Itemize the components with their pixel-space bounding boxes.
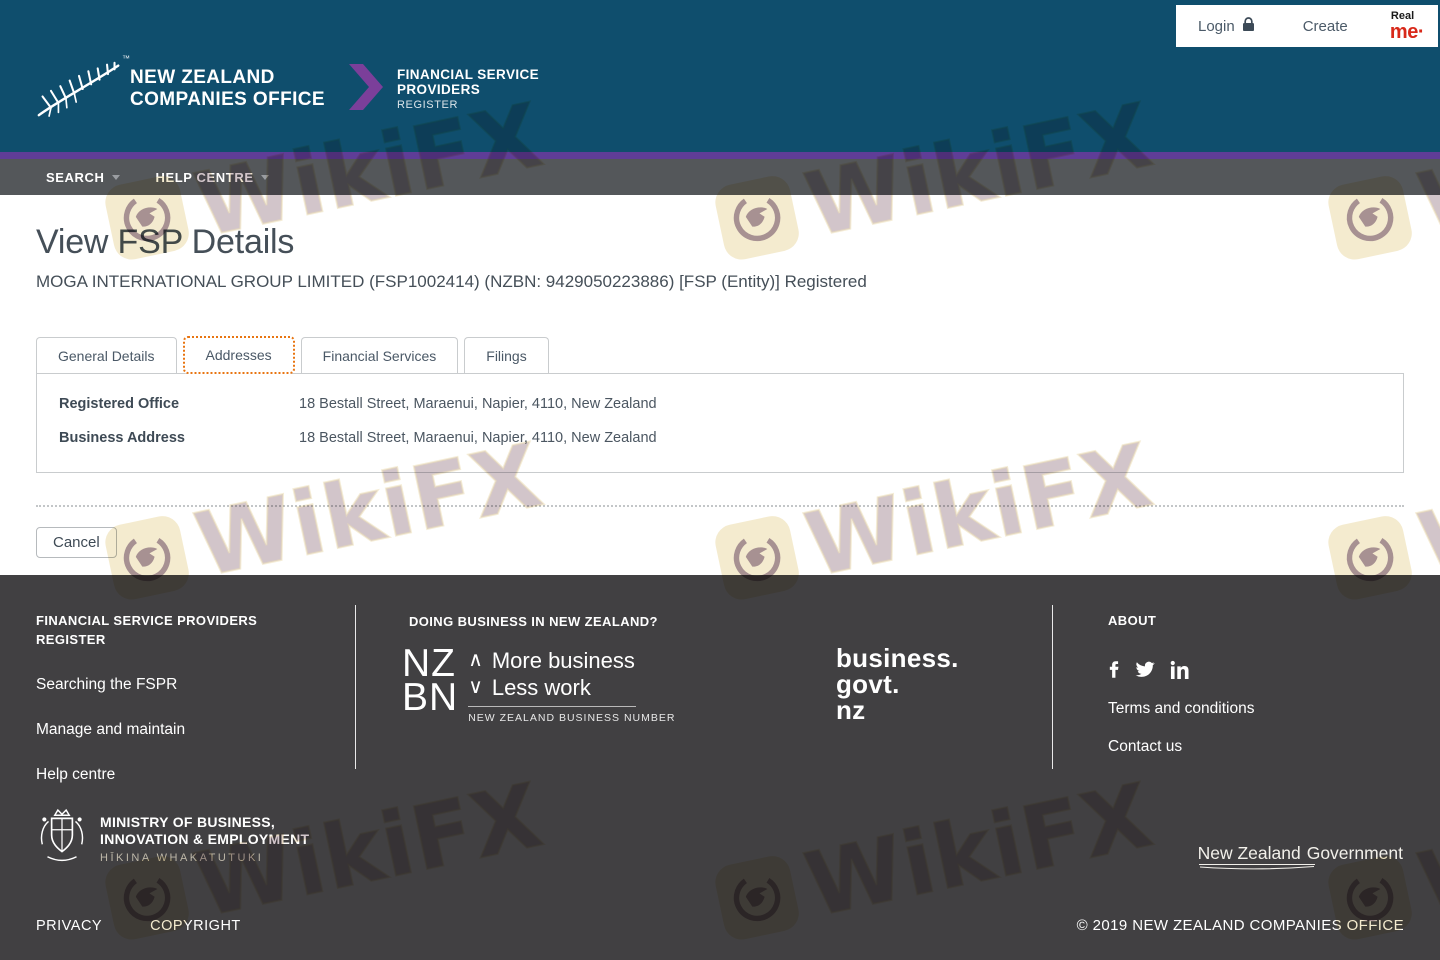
main-nav: SEARCH HELP CENTRE <box>0 159 1440 195</box>
copyright-notice: © 2019 NEW ZEALAND COMPANIES OFFICE <box>1076 917 1404 934</box>
login-button[interactable]: Login <box>1198 16 1255 36</box>
facebook-icon[interactable] <box>1108 659 1119 680</box>
footer-fspr-column: FINANCIAL SERVICE PROVIDERS REGISTER Sea… <box>36 611 316 784</box>
footer-link-contact[interactable]: Contact us <box>1108 738 1368 756</box>
tab-filings[interactable]: Filings <box>464 337 549 373</box>
footer-link-help-centre[interactable]: Help centre <box>36 766 316 784</box>
chevron-right-icon <box>349 63 383 115</box>
business-address-value: 18 Bestall Street, Maraenui, Napier, 411… <box>299 430 657 446</box>
logo-row: ™ NEW ZEALAND COMPANIES OFFICE FINANCIAL… <box>36 54 540 120</box>
footer-fspr-heading: FINANCIAL SERVICE PROVIDERS REGISTER <box>36 613 258 647</box>
footer-link-searching-fspr[interactable]: Searching the FSPR <box>36 676 316 694</box>
mbie-logo: MINISTRY OF BUSINESS, INNOVATION & EMPLO… <box>36 808 309 869</box>
footer-about-column: ABOUT Terms and conditions Contact us <box>1108 611 1368 756</box>
chevron-down-icon <box>111 174 120 180</box>
site-header: Login Create Real me ™ NEW ZEALAND COMPA… <box>0 0 1440 152</box>
tab-financial-services[interactable]: Financial Services <box>300 337 459 373</box>
lock-icon <box>1242 16 1255 36</box>
table-row: Registered Office 18 Bestall Street, Mar… <box>59 396 1381 412</box>
chevron-down-icon <box>260 174 269 180</box>
business-address-label: Business Address <box>59 430 185 446</box>
companies-office-logo: NEW ZEALAND COMPANIES OFFICE <box>130 67 325 110</box>
trademark-symbol: ™ <box>122 54 130 63</box>
nz-government-logo: New Zealand Government <box>1198 843 1403 870</box>
detail-tabs: General Details Addresses Financial Serv… <box>36 336 1404 374</box>
site-footer: FINANCIAL SERVICE PROVIDERS REGISTER Sea… <box>0 575 1440 960</box>
footer-link-manage-maintain[interactable]: Manage and maintain <box>36 721 316 739</box>
nav-help-centre[interactable]: HELP CENTRE <box>156 170 269 185</box>
privacy-link[interactable]: PRIVACY <box>36 918 102 934</box>
realme-logo-top: Real <box>1390 9 1415 22</box>
realme-logo-bottom: me <box>1390 22 1424 42</box>
footer-doing-business-heading: DOING BUSINESS IN NEW ZEALAND? <box>409 614 658 629</box>
twitter-icon[interactable] <box>1134 660 1155 678</box>
account-bar: Login Create Real me <box>1176 5 1438 47</box>
linkedin-icon[interactable] <box>1170 660 1190 679</box>
footer-link-terms[interactable]: Terms and conditions <box>1108 700 1368 718</box>
nav-search[interactable]: SEARCH <box>46 170 120 185</box>
main-content: View FSP Details MOGA INTERNATIONAL GROU… <box>0 195 1440 558</box>
table-row: Business Address 18 Bestall Street, Mara… <box>59 430 1381 446</box>
divider <box>468 706 637 707</box>
footer-about-heading: ABOUT <box>1108 613 1157 628</box>
entity-summary: MOGA INTERNATIONAL GROUP LIMITED (FSP100… <box>36 272 867 291</box>
cancel-button[interactable]: Cancel <box>36 527 117 558</box>
business-govt-nz-logo[interactable]: business. govt. nz <box>836 645 959 723</box>
fsp-register-logo: FINANCIAL SERVICE PROVIDERS REGISTER <box>397 67 540 111</box>
fern-icon: ™ <box>36 54 130 120</box>
coat-of-arms-icon <box>36 808 88 869</box>
purple-accent-strip <box>0 152 1440 159</box>
divider <box>1052 605 1053 769</box>
footer-bottom-bar: PRIVACY COPYRIGHT © 2019 NEW ZEALAND COM… <box>36 917 1404 934</box>
tab-general-details[interactable]: General Details <box>36 337 177 373</box>
login-label: Login <box>1198 17 1235 35</box>
caret-down-icon: ∨ <box>468 676 483 698</box>
divider <box>36 505 1404 507</box>
registered-office-value: 18 Bestall Street, Maraenui, Napier, 411… <box>299 396 657 412</box>
nzbn-logo[interactable]: NZ BN ∧ More business ∨ Less work NEW ZEAL… <box>402 644 675 724</box>
page-title: View FSP Details <box>36 223 295 261</box>
copyright-link[interactable]: COPYRIGHT <box>150 918 241 934</box>
caret-up-icon: ∧ <box>468 649 483 671</box>
divider <box>355 605 356 769</box>
registered-office-label: Registered Office <box>59 396 180 412</box>
tab-addresses[interactable]: Addresses <box>182 336 295 374</box>
addresses-panel: Registered Office 18 Bestall Street, Mar… <box>36 373 1404 473</box>
realme-logo[interactable]: Real me <box>1390 9 1424 42</box>
create-button[interactable]: Create <box>1303 18 1348 35</box>
